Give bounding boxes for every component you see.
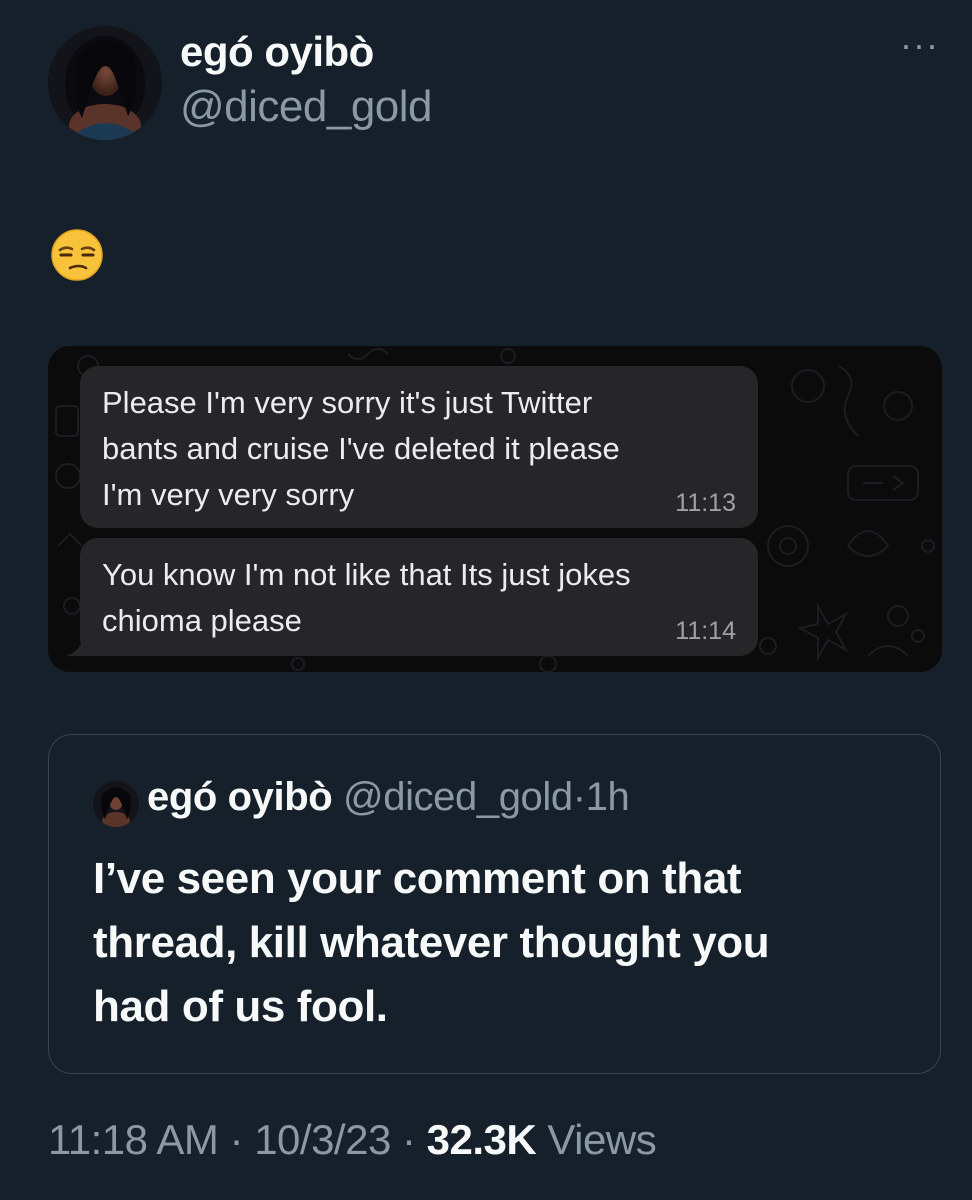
separator-dot: · [402,1116,416,1163]
chat-message-bubble: You know I'm not like that Its just joke… [80,538,758,656]
author-display-name[interactable]: egó oyibò [180,28,374,76]
tweet-time[interactable]: 11:18 AM [48,1116,219,1163]
more-options-icon[interactable]: ··· [900,27,939,63]
views-count: 32.3K [426,1116,537,1163]
separator-dot: · [229,1116,244,1163]
views-label: Views [547,1116,657,1163]
tweet-date[interactable]: 10/3/23 [254,1116,391,1163]
quoted-author-avatar[interactable] [93,781,139,827]
bubble-tail [66,638,96,656]
author-handle[interactable]: @diced_gold [180,82,433,132]
tweet-media-image[interactable]: Please I'm very sorry it's just Twitter … [48,346,942,672]
quoted-author-handle[interactable]: @diced_gold [343,775,573,819]
message-text-line: bants and cruise I've deleted it please [102,431,620,466]
message-text-line: chioma please [102,603,302,638]
message-timestamp: 11:14 [675,617,736,645]
message-timestamp: 11:13 [675,489,736,517]
quoted-author-name[interactable]: egó oyibò [147,775,333,819]
author-avatar[interactable] [48,26,162,140]
quoted-text-line: had of us fool. [93,982,388,1031]
unamused-face-emoji [50,228,104,282]
message-text-line: I'm very very sorry [102,477,355,512]
separator-dot: · [572,775,586,819]
message-text-line: Please I'm very sorry it's just Twitter [102,385,593,420]
quoted-tweet[interactable]: egó oyibò @diced_gold·1h I’ve seen your … [48,734,941,1074]
quoted-tweet-header: egó oyibò @diced_gold·1h [147,775,630,820]
quoted-text-line: I’ve seen your comment on that [93,854,742,903]
quoted-tweet-time[interactable]: 1h [586,775,630,819]
message-text-line: You know I'm not like that Its just joke… [102,557,631,592]
quoted-tweet-text: I’ve seen your comment on that thread, k… [93,847,913,1039]
chat-message-bubble: Please I'm very sorry it's just Twitter … [80,366,758,528]
quoted-text-line: thread, kill whatever thought you [93,918,770,967]
tweet-meta: 11:18 AM · 10/3/23 · 32.3K Views [48,1116,657,1164]
